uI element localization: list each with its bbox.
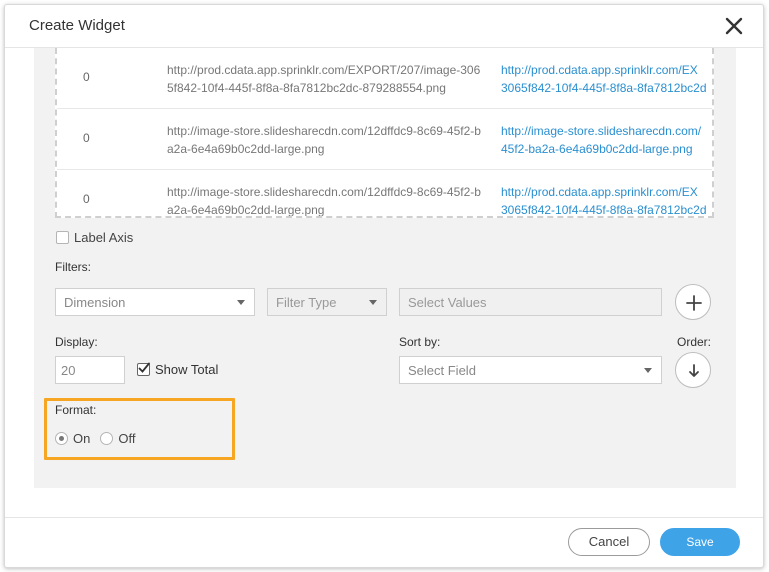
row-source-url: http://image-store.slidesharecdn.com/12d… (167, 124, 481, 156)
show-total-checkbox[interactable] (137, 362, 150, 376)
row-link[interactable]: http://prod.cdata.app.sprinklr.com/EX 30… (501, 183, 712, 216)
dialog-header: Create Widget (5, 5, 763, 48)
row-link-line[interactable]: http://image-store.slidesharecdn.com/ (501, 122, 712, 140)
label-axis-toggle[interactable]: Label Axis (56, 230, 133, 245)
row-value: 0 (83, 131, 90, 145)
row-link-line[interactable]: 3065f842-10f4-445f-8f8a-8fa7812bc2d (501, 201, 712, 216)
table-row: 0 http://image-store.slidesharecdn.com/1… (57, 109, 712, 170)
checkmark-icon (138, 362, 150, 373)
sort-order-button[interactable] (675, 352, 711, 388)
save-button[interactable]: Save (660, 528, 740, 556)
caret-down-icon (237, 300, 245, 305)
row-link[interactable]: http://prod.cdata.app.sprinklr.com/EX 30… (501, 61, 712, 97)
filter-type-select[interactable]: Filter Type (267, 288, 387, 316)
display-count-input[interactable]: 20 (55, 356, 125, 384)
cancel-button[interactable]: Cancel (568, 528, 650, 556)
create-widget-dialog: Create Widget 0 http://prod.cdata.app.sp… (4, 4, 764, 568)
row-link[interactable]: http://image-store.slidesharecdn.com/ 45… (501, 122, 712, 158)
plus-icon (686, 295, 702, 311)
add-filter-button[interactable] (675, 284, 711, 320)
caret-down-icon (644, 368, 652, 373)
sort-field-select[interactable]: Select Field (399, 356, 662, 384)
format-on-label: On (73, 431, 91, 446)
sort-by-label: Sort by: (399, 335, 441, 349)
data-preview-table[interactable]: 0 http://prod.cdata.app.sprinklr.com/EXP… (55, 48, 714, 218)
row-link-line[interactable]: 3065f842-10f4-445f-8f8a-8fa7812bc2d (501, 79, 712, 97)
dialog-title: Create Widget (29, 17, 125, 34)
row-source-url: http://prod.cdata.app.sprinklr.com/EXPOR… (167, 63, 481, 95)
select-values-placeholder: Select Values (408, 295, 487, 310)
close-icon (725, 17, 743, 35)
row-source-url: http://image-store.slidesharecdn.com/12d… (167, 185, 481, 217)
table-row: 0 http://image-store.slidesharecdn.com/1… (57, 170, 712, 217)
display-label: Display: (55, 335, 98, 349)
select-values-input[interactable]: Select Values (399, 288, 662, 316)
format-on-radio[interactable] (55, 432, 68, 445)
row-link-line[interactable]: http://prod.cdata.app.sprinklr.com/EX (501, 183, 712, 201)
label-axis-checkbox[interactable] (56, 231, 69, 244)
row-link-line[interactable]: http://prod.cdata.app.sprinklr.com/EX (501, 61, 712, 79)
label-axis-label: Label Axis (74, 230, 134, 245)
sort-field-placeholder: Select Field (408, 363, 476, 378)
format-label: Format: (55, 403, 97, 417)
filter-type-value: Filter Type (276, 295, 337, 310)
close-button[interactable] (723, 15, 745, 37)
format-off-radio[interactable] (100, 432, 114, 445)
footer-divider (5, 517, 763, 518)
format-radio-group: On Off (55, 431, 135, 446)
show-total-toggle[interactable]: Show Total (137, 362, 218, 377)
row-value: 0 (83, 192, 90, 206)
arrow-down-icon (689, 364, 699, 377)
filters-label: Filters: (55, 260, 91, 274)
row-value: 0 (83, 70, 90, 84)
order-label: Order: (677, 335, 712, 349)
dimension-select[interactable]: Dimension (55, 288, 255, 316)
dimension-select-value: Dimension (64, 295, 126, 310)
format-off-label: Off (118, 431, 136, 446)
show-total-label: Show Total (155, 362, 219, 377)
caret-down-icon (369, 300, 377, 305)
table-row: 0 http://prod.cdata.app.sprinklr.com/EXP… (57, 48, 712, 109)
row-link-line[interactable]: 45f2-ba2a-6e4a69b0c2dd-large.png (501, 140, 712, 158)
